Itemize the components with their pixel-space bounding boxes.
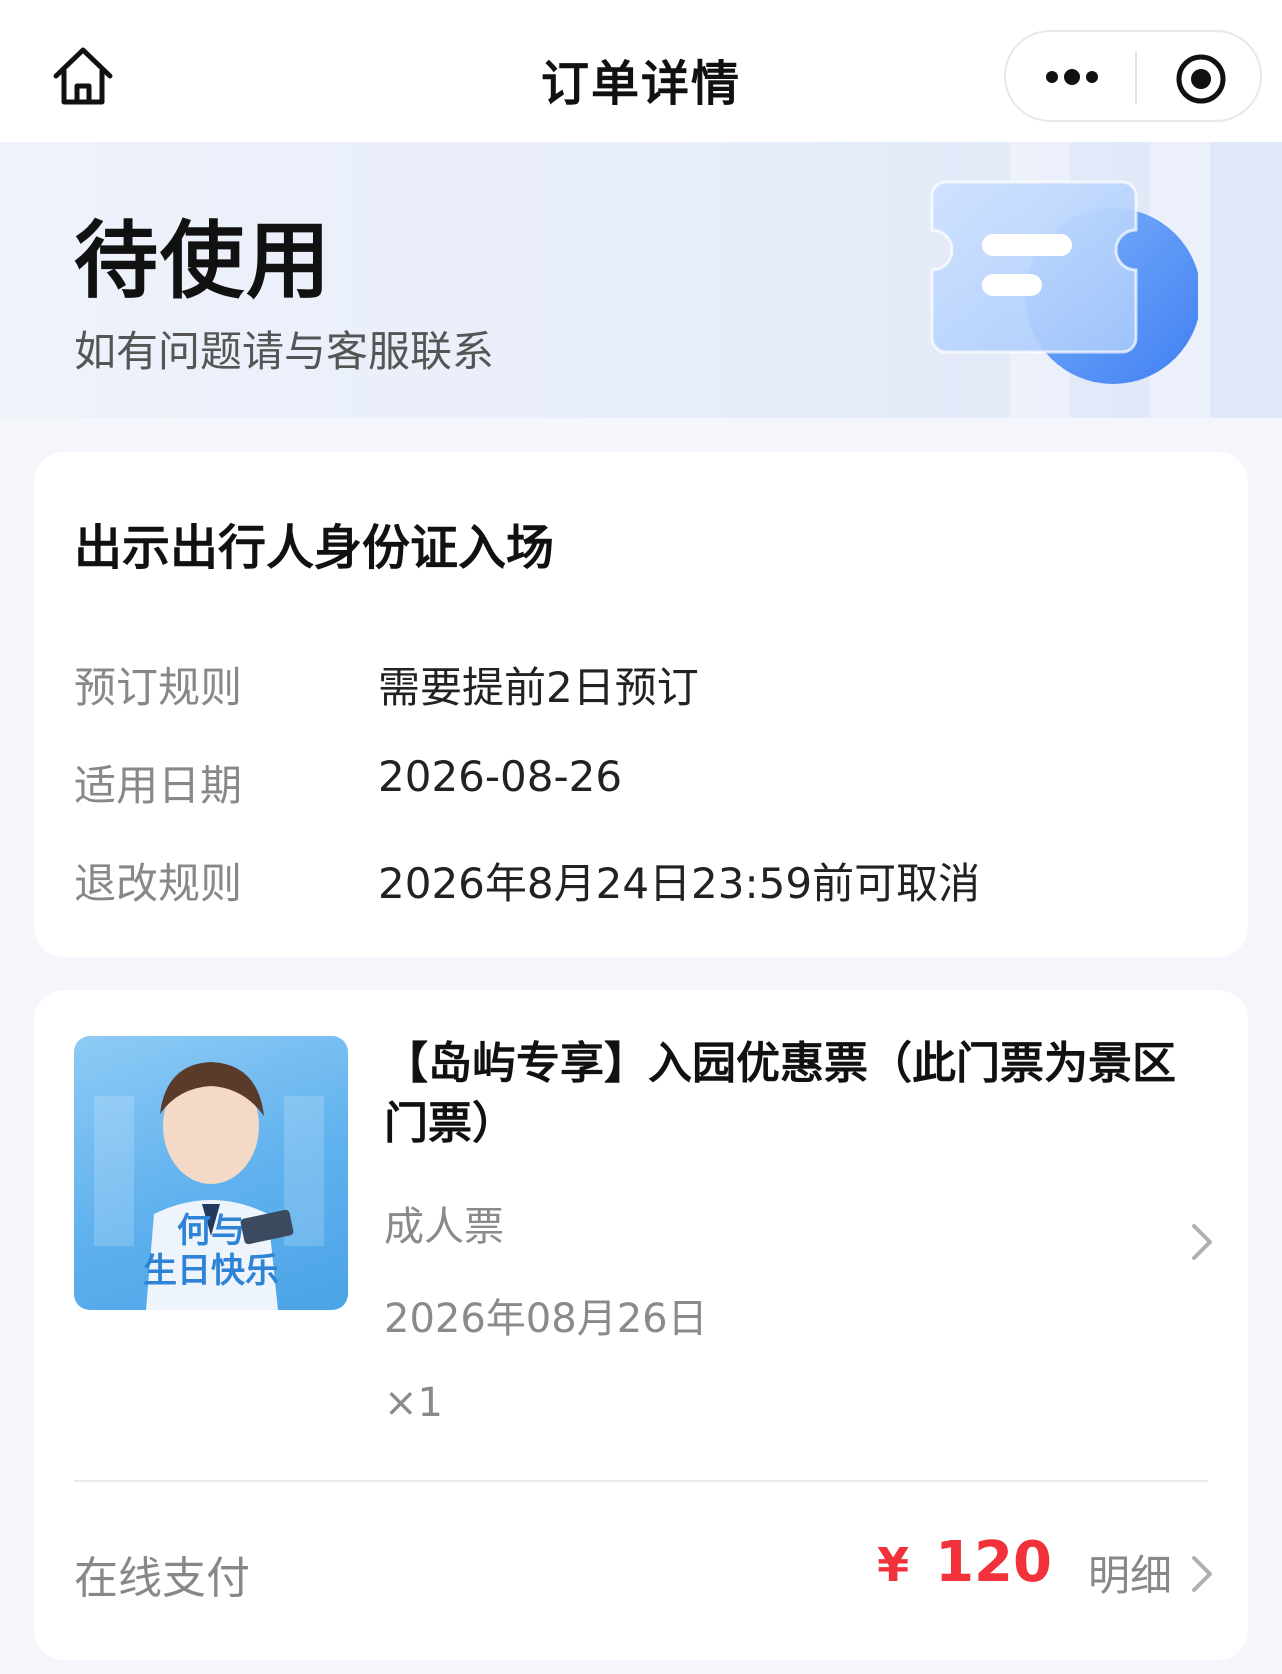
product-image-art: 何与 生日快乐	[94, 1062, 324, 1310]
currency-symbol: ¥	[877, 1538, 910, 1592]
product-title[interactable]: 【岛屿专享】入园优惠票（此门票为景区门票）	[384, 1034, 1184, 1154]
product-image-caption-2: 生日快乐	[143, 1251, 279, 1291]
order-status-title: 待使用	[74, 212, 333, 310]
entry-info-card: 出示出行人身份证入场 预订规则 需要提前2日预订 适用日期 2026-08-26…	[34, 452, 1248, 957]
valid-date-value: 2026-08-26	[378, 752, 623, 801]
capsule-divider	[1135, 52, 1137, 104]
entry-heading: 出示出行人身份证入场	[74, 520, 555, 576]
product-image-caption-1: 何与	[177, 1211, 245, 1251]
payment-method-label: 在线支付	[74, 1553, 250, 1604]
refund-rule-value: 2026年8月24日23:59前可取消	[378, 859, 981, 908]
price-amount: 120	[935, 1530, 1052, 1595]
booking-rule-value: 需要提前2日预订	[378, 663, 699, 712]
ticket-quantity: ×1	[384, 1380, 443, 1426]
divider	[74, 1480, 1208, 1482]
ticket-type: 成人票	[384, 1204, 504, 1250]
nav-bar: 订单详情	[0, 0, 1282, 142]
mini-program-capsule	[1004, 30, 1262, 122]
status-banner: 待使用 如有问题请与客服联系	[0, 142, 1282, 418]
price-detail-link[interactable]: 明细	[1088, 1542, 1172, 1603]
product-image[interactable]: 何与 生日快乐	[74, 1036, 348, 1310]
target-circle-icon[interactable]	[1174, 52, 1228, 106]
valid-date-label: 适用日期	[74, 761, 243, 810]
price-total: ¥120	[877, 1530, 1052, 1595]
visit-date: 2026年08月26日	[384, 1296, 708, 1342]
ticket-illustration-icon	[930, 180, 1198, 384]
refund-rule-label: 退改规则	[74, 859, 243, 908]
detail-chevron-right-icon[interactable]	[1190, 1554, 1214, 1594]
product-card: 何与 生日快乐 【岛屿专享】入园优惠票（此门票为景区门票） 成人票 2026年0…	[34, 990, 1248, 1660]
chevron-right-icon[interactable]	[1190, 1222, 1214, 1262]
booking-rule-label: 预订规则	[74, 663, 243, 712]
more-dots-icon[interactable]	[1042, 62, 1102, 92]
order-status-subtitle: 如有问题请与客服联系	[74, 327, 495, 376]
